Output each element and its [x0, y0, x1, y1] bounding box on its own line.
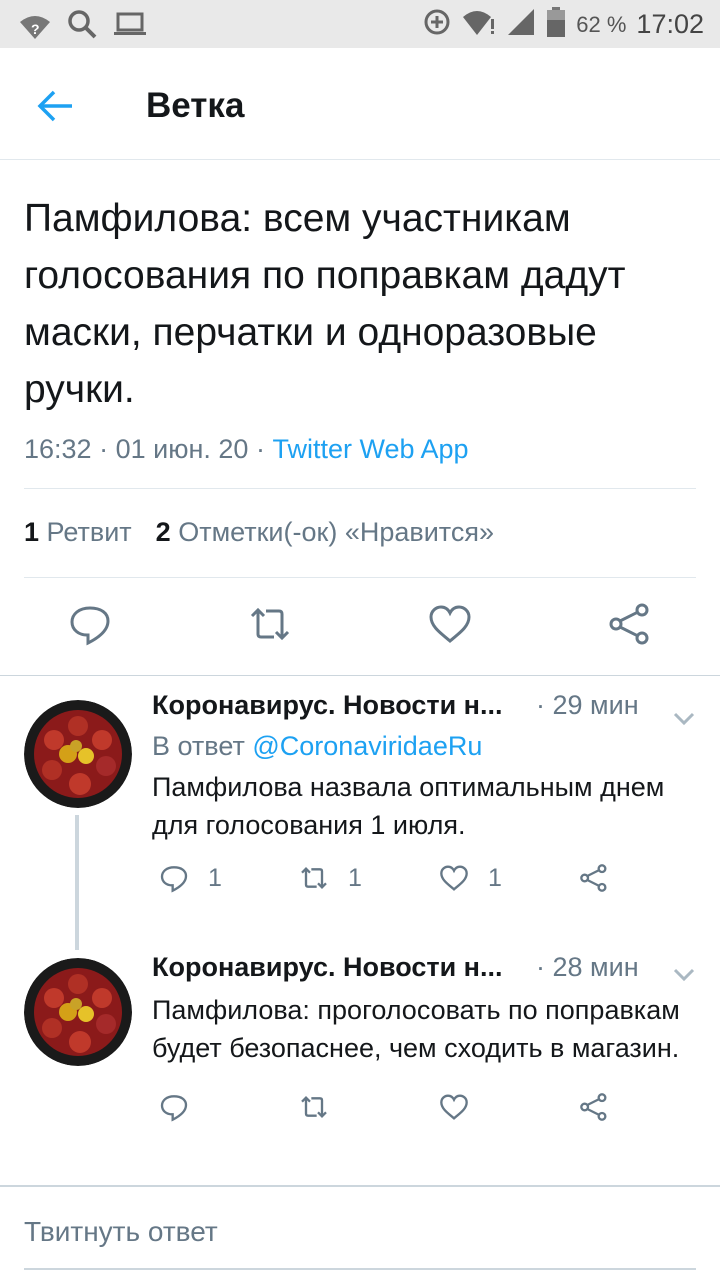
retweets-label: Ретвит	[46, 517, 132, 547]
reply-to-prefix: В ответ	[152, 731, 245, 761]
main-tweet-meta: 16:32 · 01 июн. 20 · Twitter Web App	[24, 434, 696, 465]
heart-icon	[440, 1094, 468, 1120]
chevron-down-icon	[673, 712, 695, 726]
reply-actions: 1 1 1	[152, 862, 702, 902]
reply-header: Коронавирус. Новости н... · 29 мин	[152, 690, 702, 721]
like-button[interactable]	[438, 1091, 470, 1123]
compose-reply-field[interactable]: Твитнуть ответ	[24, 1216, 218, 1248]
time-value: 29 мин	[552, 690, 639, 720]
retweet-button[interactable]: 1	[298, 862, 362, 894]
avatar[interactable]	[24, 700, 132, 808]
reply-button[interactable]: 1	[158, 862, 222, 894]
retweet-icon	[301, 867, 327, 889]
like-count: 1	[488, 863, 502, 892]
likes-label: Отметки(-ок) «Нравится»	[178, 517, 494, 547]
reply-text: Памфилова назвала оптимальным днем для г…	[152, 772, 665, 840]
time-separator: ·	[536, 690, 545, 720]
clock: 17:02	[636, 9, 704, 39]
like-button[interactable]	[426, 600, 474, 648]
reply-text: Памфилова: проголосовать по поправкам бу…	[152, 995, 680, 1063]
cell-signal-icon	[506, 7, 536, 42]
heart-icon	[429, 605, 471, 643]
search-icon	[66, 8, 98, 45]
retweet-icon	[250, 607, 290, 641]
heart-icon	[440, 865, 468, 891]
tweet-stats: 1 Ретвит 2 Отметки(-ок) «Нравится»	[24, 517, 494, 548]
thread-connector	[75, 815, 79, 950]
divider	[0, 1185, 720, 1187]
likes-stat[interactable]: 2 Отметки(-ок) «Нравится»	[156, 517, 494, 548]
reply-actions	[152, 1091, 702, 1131]
retweet-button[interactable]	[246, 600, 294, 648]
back-button[interactable]	[30, 82, 78, 130]
compose-underline	[24, 1268, 696, 1270]
more-options-button[interactable]	[670, 960, 698, 988]
virus-avatar-image	[24, 700, 132, 808]
arrow-left-icon	[37, 90, 72, 122]
share-icon	[580, 1093, 607, 1121]
time-separator: ·	[536, 952, 545, 982]
mention-link[interactable]: @CoronaviridaeRu	[252, 731, 482, 761]
retweet-icon	[301, 1096, 327, 1118]
retweets-count: 1	[24, 517, 40, 547]
reply-header: Коронавирус. Новости н... · 28 мин	[152, 952, 702, 983]
wifi-label: ?	[31, 20, 40, 37]
time-value: 28 мин	[552, 952, 639, 982]
share-button[interactable]	[578, 1091, 610, 1123]
tweet-source-link[interactable]: Twitter Web App	[272, 434, 468, 464]
reply-icon	[160, 1095, 188, 1122]
status-bar: ? 62 % 17:02	[0, 0, 720, 48]
reply-content: Коронавирус. Новости н... · 29 мин В отв…	[152, 690, 702, 902]
author-name[interactable]: Коронавирус. Новости н...	[152, 690, 522, 721]
divider	[24, 577, 696, 578]
reply-time: · 29 мин	[536, 690, 639, 721]
reply-button[interactable]	[158, 1091, 190, 1123]
battery-percent: 62 %	[576, 11, 627, 37]
main-tweet: Памфилова: всем участникам голосования п…	[24, 190, 696, 465]
main-tweet-actions	[0, 600, 720, 656]
data-saver-icon	[422, 7, 452, 42]
more-options-button[interactable]	[670, 704, 698, 732]
share-icon	[609, 603, 649, 645]
meta-separator: ·	[255, 434, 265, 464]
reply-icon	[70, 606, 110, 646]
wifi-alert-icon	[462, 7, 496, 42]
likes-count: 2	[155, 517, 171, 547]
retweet-count: 1	[348, 863, 362, 892]
share-button[interactable]	[606, 600, 654, 648]
author-name[interactable]: Коронавирус. Новости н...	[152, 952, 522, 983]
divider	[0, 675, 720, 676]
reply-to-line: В ответ @CoronaviridaeRu	[152, 731, 702, 762]
chevron-down-icon	[673, 968, 695, 982]
reply-button[interactable]	[66, 600, 114, 648]
avatar[interactable]	[24, 958, 132, 1066]
meta-separator: ·	[99, 434, 109, 464]
share-icon	[580, 864, 607, 892]
laptop-icon	[112, 9, 148, 44]
reply-count: 1	[208, 863, 222, 892]
battery-icon	[546, 6, 566, 43]
status-bar-left: ?	[18, 8, 148, 45]
reply-time: · 28 мин	[536, 952, 639, 983]
page-title: Ветка	[146, 86, 245, 125]
divider	[24, 488, 696, 489]
tweet-time: 16:32	[24, 434, 92, 464]
app-bar: Ветка	[0, 48, 720, 160]
reply-content: Коронавирус. Новости н... · 28 мин Памфи…	[152, 952, 702, 1131]
retweet-button[interactable]	[298, 1091, 330, 1123]
tweet-date: 01 июн. 20	[115, 434, 249, 464]
wifi-unknown-icon: ?	[18, 13, 52, 41]
retweets-stat[interactable]: 1 Ретвит	[24, 517, 132, 548]
main-tweet-text: Памфилова: всем участникам голосования п…	[24, 197, 626, 411]
reply-icon	[160, 866, 188, 893]
share-button[interactable]	[578, 862, 610, 894]
status-bar-right: 62 % 17:02	[422, 6, 704, 43]
virus-avatar-image	[24, 958, 132, 1066]
like-button[interactable]: 1	[438, 862, 502, 894]
